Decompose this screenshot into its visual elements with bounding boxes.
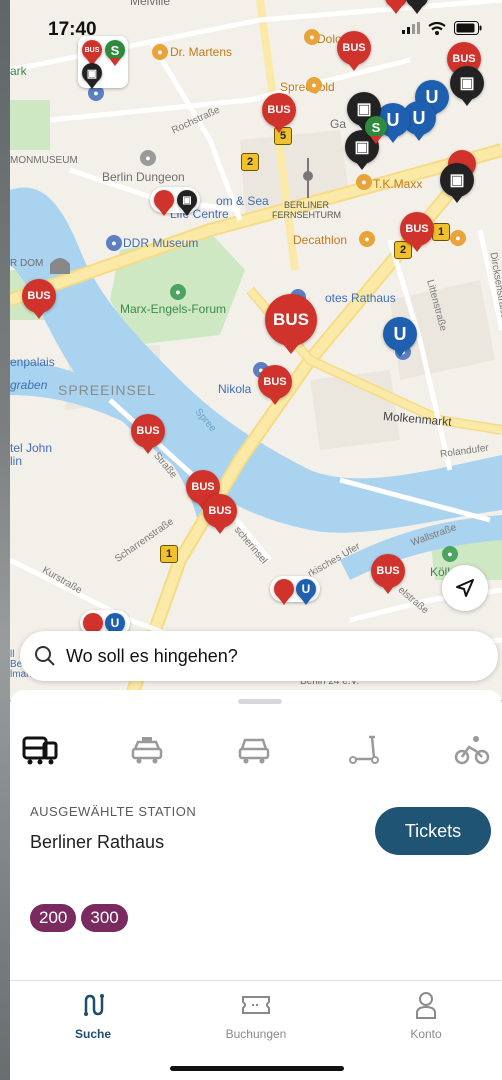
map-label-marx-engels[interactable]: Marx-Engels-Forum: [120, 302, 226, 316]
taxi-icon: [131, 737, 163, 764]
map-label-palais: enpalais: [10, 355, 55, 369]
tab-label: Buchungen: [225, 1027, 287, 1041]
recenter-location-button[interactable]: [442, 565, 488, 611]
bus-stop-pin[interactable]: [274, 579, 294, 605]
tab-konto[interactable]: Konto: [366, 991, 486, 1041]
mode-bike[interactable]: [450, 728, 494, 772]
tv-tower-icon[interactable]: [300, 158, 316, 198]
map-label-museum: MONMUSEUM: [10, 155, 78, 166]
tram-stop-pin[interactable]: ▣: [177, 190, 197, 216]
ticket-icon: [242, 996, 270, 1014]
road-shield: 2: [241, 153, 259, 171]
cellular-signal-icon: [402, 22, 420, 34]
bus-stop-pin[interactable]: BUS: [371, 554, 405, 594]
park-icon[interactable]: ●: [170, 284, 186, 300]
search-icon: [35, 646, 55, 666]
mode-e-scooter[interactable]: [342, 728, 386, 772]
map-label-spreeinsel: SPREEINSEL: [58, 382, 156, 398]
route-icon: [84, 994, 104, 1016]
bus-stop-pin[interactable]: BUS: [258, 365, 292, 405]
shop-icon[interactable]: ●: [450, 230, 466, 246]
search-bar[interactable]: Wo soll es hingehen?: [20, 631, 498, 681]
bus-stop-pin[interactable]: BUS: [262, 93, 296, 133]
bus-stop-pin[interactable]: [154, 190, 174, 216]
map-label-berlin-dungeon[interactable]: Berlin Dungeon: [102, 170, 185, 184]
tickets-button[interactable]: Tickets: [375, 807, 491, 855]
tab-suche[interactable]: Suche: [33, 991, 153, 1041]
map-label-fernsehturm[interactable]: BERLINER FERNSEHTURM: [272, 200, 341, 220]
mode-taxi[interactable]: [125, 728, 169, 772]
shop-icon[interactable]: ●: [359, 231, 375, 247]
bus-stop-pin[interactable]: BUS: [203, 494, 237, 534]
sbahn-pin[interactable]: S: [365, 116, 387, 144]
status-time: 17:40: [48, 19, 97, 40]
map-label-lin: lin: [10, 454, 23, 468]
mode-public-transport[interactable]: [18, 728, 62, 772]
line-badge[interactable]: 200: [30, 904, 77, 932]
line-badges: 200 300: [30, 904, 128, 932]
restaurant-icon[interactable]: ●: [306, 77, 322, 93]
line-badge[interactable]: 300: [81, 904, 128, 932]
tab-buchungen[interactable]: Buchungen: [196, 991, 316, 1041]
navigation-arrow-icon: [456, 579, 474, 597]
selected-bus-stop-pin[interactable]: BUS: [265, 294, 317, 354]
map-label-graben: graben: [10, 378, 48, 392]
map-label-nikolai[interactable]: Nikola: [218, 382, 251, 396]
scooter-icon: [349, 735, 379, 764]
park-icon[interactable]: ●: [442, 546, 458, 562]
bus-stop-pin[interactable]: BUS: [400, 212, 434, 252]
sheet-grabber[interactable]: [238, 699, 282, 704]
bus-stop-pin[interactable]: BUS: [131, 414, 165, 454]
tram-stop-pin[interactable]: ▣: [450, 66, 484, 106]
tab-label: Suche: [74, 1027, 111, 1041]
map-label-ga: Ga: [330, 117, 347, 131]
car-icon: [238, 738, 270, 764]
ubahn-pin[interactable]: U: [105, 613, 125, 639]
cathedral-icon[interactable]: [48, 252, 72, 274]
road-shield: 1: [432, 223, 450, 241]
tram-stop-pin[interactable]: ▣: [82, 63, 102, 89]
transport-mode-selector: [10, 728, 502, 772]
map-label-sea-life[interactable]: om & Sea: [216, 194, 269, 208]
bus-stop-pin[interactable]: BUS: [22, 279, 56, 319]
status-bar: 17:40: [10, 0, 502, 50]
tab-label: Konto: [410, 1027, 442, 1041]
bus-stop-pin[interactable]: [83, 613, 103, 639]
station-name: Berliner Rathaus: [30, 832, 165, 852]
landmark-icon[interactable]: ●: [140, 150, 156, 166]
tab-bar: Suche Buchungen Konto: [10, 980, 502, 1080]
museum-icon[interactable]: ●: [106, 235, 122, 251]
map-label-rotes-rathaus[interactable]: otes Rathaus: [325, 291, 396, 305]
road-shield: 1: [160, 545, 178, 563]
map-label-ddr-museum[interactable]: DDR Museum: [123, 236, 198, 250]
wifi-icon: [428, 21, 446, 35]
map-label-ark: ark: [10, 64, 27, 78]
bicycle-icon: [454, 736, 490, 765]
map-label-dom[interactable]: R DOM: [10, 258, 43, 269]
search-placeholder[interactable]: Wo soll es hingehen?: [66, 646, 238, 667]
status-icons: [402, 21, 482, 35]
map-label-tk-maxx[interactable]: T.K.Maxx: [373, 177, 422, 191]
map-label-tel-john: tel John: [10, 441, 53, 455]
home-indicator: [170, 1066, 344, 1071]
shop-icon[interactable]: ●: [356, 174, 372, 190]
background-strip: [0, 0, 10, 1080]
person-icon: [416, 992, 436, 1019]
ubahn-pin[interactable]: U: [383, 317, 417, 357]
ubahn-pin[interactable]: U: [296, 579, 316, 605]
bus-train-icon: [22, 736, 58, 765]
battery-icon: [454, 21, 482, 35]
mode-car-sharing[interactable]: [232, 728, 276, 772]
selected-station-label: AUSGEWÄHLTE STATION: [30, 804, 197, 819]
map-view[interactable]: Melville Dr. Martens Rochstraße Spreegol…: [10, 0, 502, 700]
tram-stop-pin[interactable]: ▣: [440, 163, 474, 203]
map-label-decathlon[interactable]: Decathlon: [293, 233, 347, 247]
